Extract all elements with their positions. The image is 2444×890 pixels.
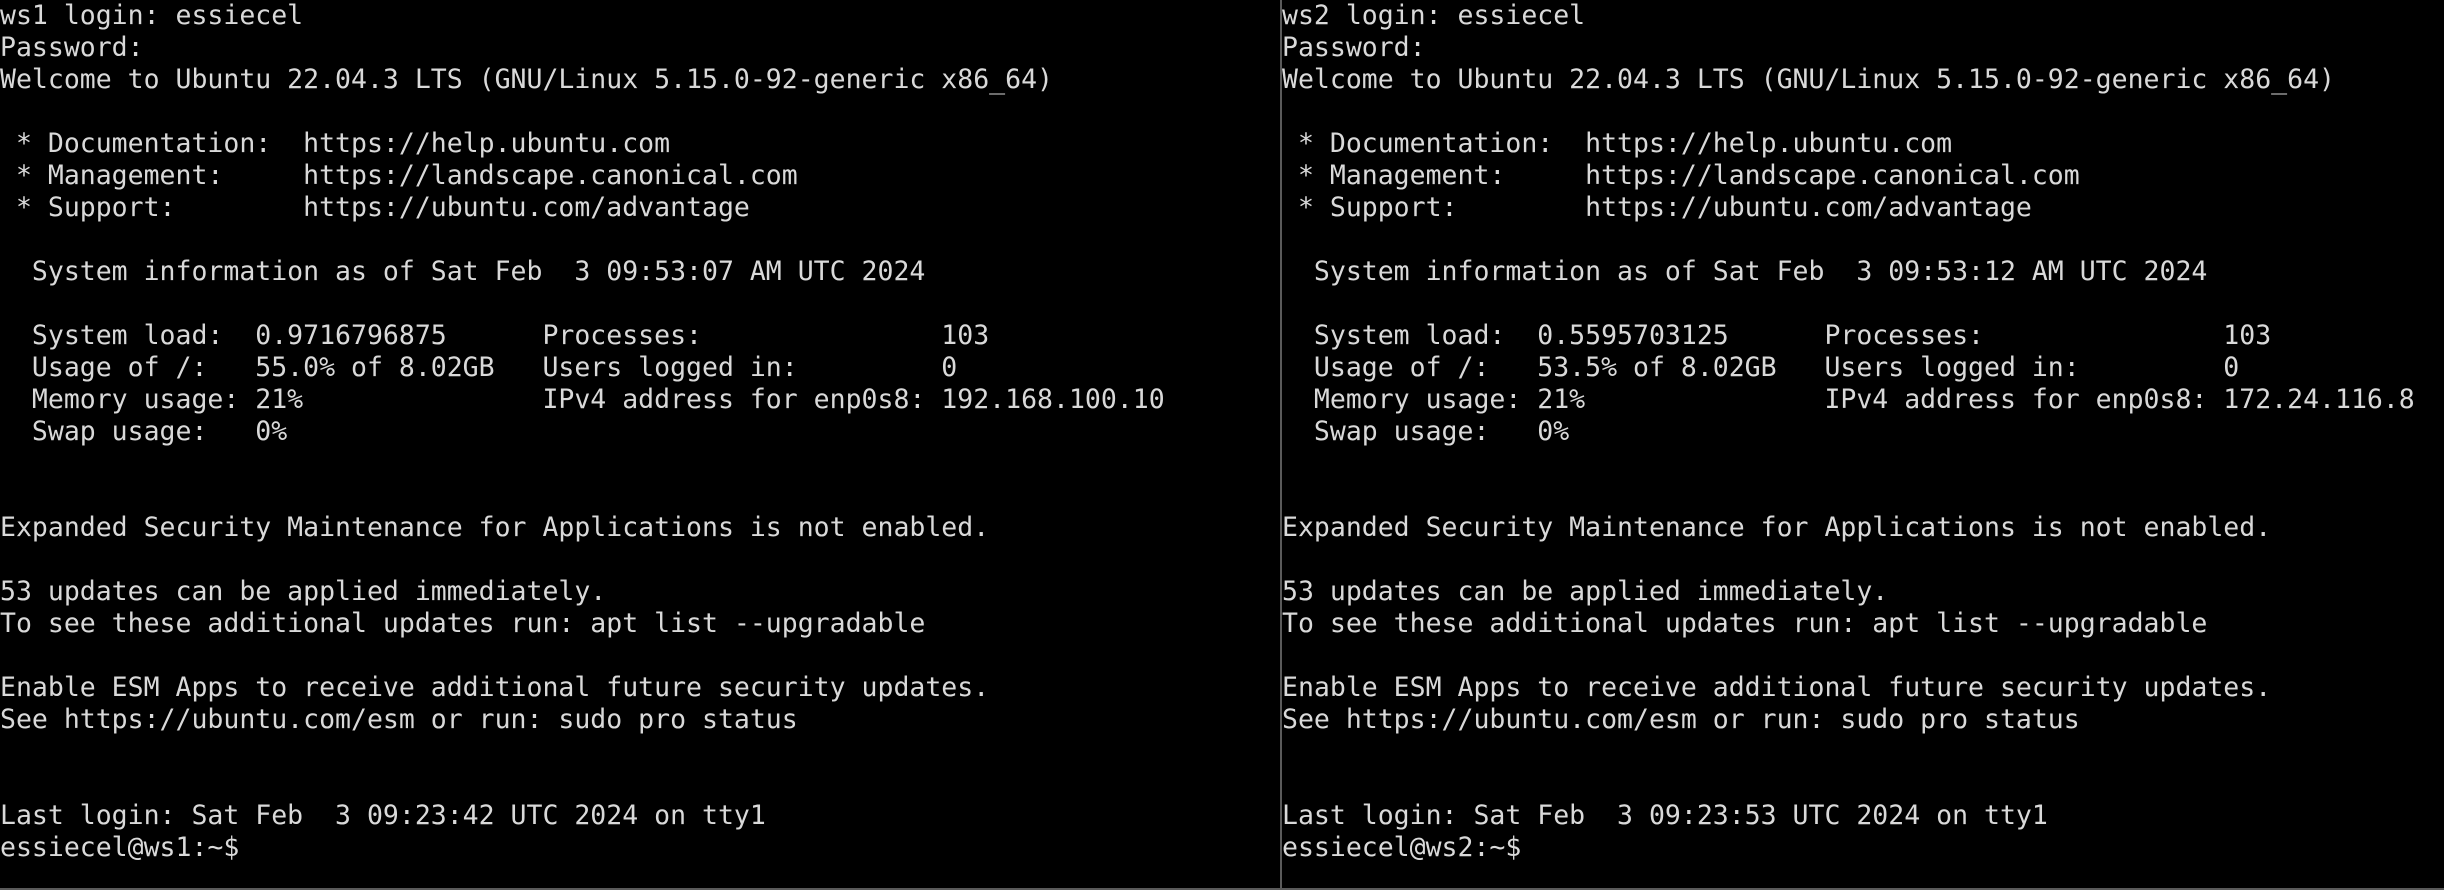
terminal-line: Swap usage: 0% bbox=[1282, 416, 1570, 447]
terminal-line: Memory usage: 21% IPv4 address for enp0s… bbox=[0, 384, 1165, 415]
terminal-line: Last login: Sat Feb 3 09:23:42 UTC 2024 … bbox=[0, 800, 766, 831]
terminal-ws2[interactable]: ws2 login: essiecel Password: Welcome to U… bbox=[1282, 0, 2444, 888]
terminal-line: Expanded Security Maintenance for Applic… bbox=[0, 512, 990, 543]
terminal-line: Welcome to Ubuntu 22.04.3 LTS (GNU/Linux… bbox=[1282, 64, 2335, 95]
terminal-line: System information as of Sat Feb 3 09:53… bbox=[0, 256, 926, 287]
terminal-line: Enable ESM Apps to receive additional fu… bbox=[0, 672, 990, 703]
terminal-line: System information as of Sat Feb 3 09:53… bbox=[1282, 256, 2208, 287]
terminal-line: To see these additional updates run: apt… bbox=[1282, 608, 2208, 639]
terminal-line: * Management: https://landscape.canonica… bbox=[0, 160, 798, 191]
terminal-line: * Management: https://landscape.canonica… bbox=[1282, 160, 2080, 191]
terminal-line: * Documentation: https://help.ubuntu.com bbox=[1282, 128, 1953, 159]
terminal-line: ws1 login: essiecel bbox=[0, 0, 304, 31]
terminal-line: Last login: Sat Feb 3 09:23:53 UTC 2024 … bbox=[1282, 800, 2048, 831]
terminal-line: Password: bbox=[0, 32, 144, 63]
terminal-line: See https://ubuntu.com/esm or run: sudo … bbox=[0, 704, 798, 735]
terminal-line: Memory usage: 21% IPv4 address for enp0s… bbox=[1282, 384, 2415, 415]
terminal-line: See https://ubuntu.com/esm or run: sudo … bbox=[1282, 704, 2080, 735]
terminal-line: System load: 0.9716796875 Processes: 103 bbox=[0, 320, 990, 351]
terminal-line: Password: bbox=[1282, 32, 1426, 63]
terminal-line: System load: 0.5595703125 Processes: 103 bbox=[1282, 320, 2272, 351]
terminal-line: ws2 login: essiecel bbox=[1282, 0, 1586, 31]
terminal-line: * Support: https://ubuntu.com/advantage bbox=[0, 192, 750, 223]
terminal-ws1[interactable]: ws1 login: essiecel Password: Welcome to U… bbox=[0, 0, 1280, 888]
terminal-line: Expanded Security Maintenance for Applic… bbox=[1282, 512, 2272, 543]
terminal-line: 53 updates can be applied immediately. bbox=[1282, 576, 1889, 607]
terminal-line: Usage of /: 53.5% of 8.02GB Users logged… bbox=[1282, 352, 2240, 383]
shell-prompt[interactable]: essiecel@ws2:~$ bbox=[1282, 832, 2444, 864]
terminal-line: * Support: https://ubuntu.com/advantage bbox=[1282, 192, 2032, 223]
terminal-line: To see these additional updates run: apt… bbox=[0, 608, 926, 639]
terminal-line: Swap usage: 0% bbox=[0, 416, 288, 447]
terminal-line: Usage of /: 55.0% of 8.02GB Users logged… bbox=[0, 352, 958, 383]
terminal-line: Welcome to Ubuntu 22.04.3 LTS (GNU/Linux… bbox=[0, 64, 1053, 95]
terminal-line: * Documentation: https://help.ubuntu.com bbox=[0, 128, 671, 159]
shell-prompt[interactable]: essiecel@ws1:~$ bbox=[0, 832, 1280, 864]
terminal-line: 53 updates can be applied immediately. bbox=[0, 576, 607, 607]
terminal-line: Enable ESM Apps to receive additional fu… bbox=[1282, 672, 2272, 703]
